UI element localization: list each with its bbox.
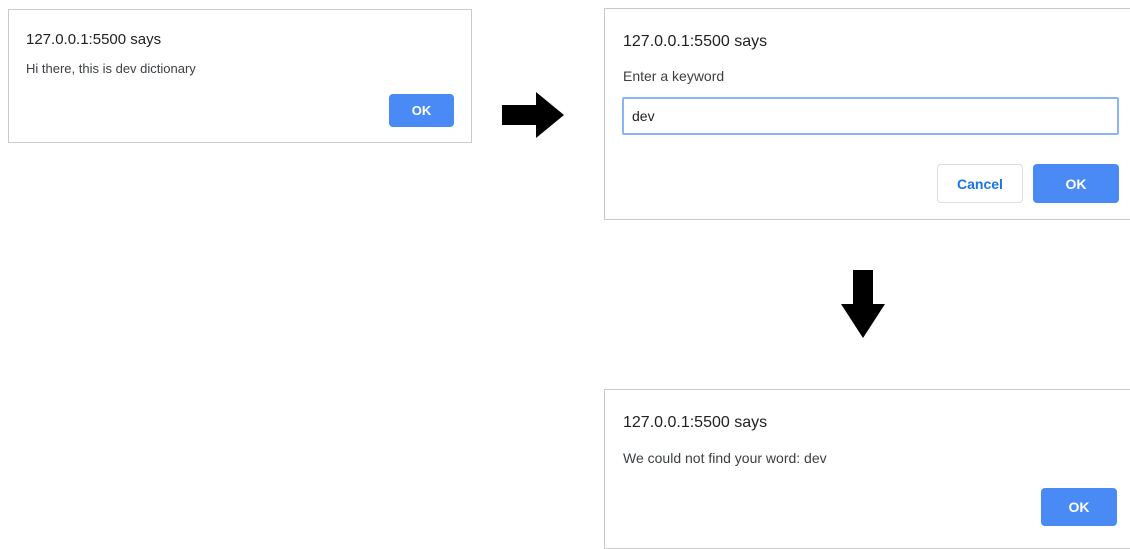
- dialog-message: Hi there, this is dev dictionary: [26, 61, 196, 76]
- dialog-message: Enter a keyword: [623, 68, 725, 84]
- dialog-message: We could not find your word: dev: [623, 450, 827, 466]
- ok-button[interactable]: OK: [1033, 164, 1119, 203]
- ok-button[interactable]: OK: [389, 94, 454, 127]
- alert-dialog-not-found: 127.0.0.1:5500 says We could not find yo…: [604, 389, 1130, 549]
- arrow-down-icon: [841, 270, 885, 338]
- cancel-button[interactable]: Cancel: [937, 164, 1023, 203]
- dialog-title: 127.0.0.1:5500 says: [26, 31, 162, 48]
- keyword-input[interactable]: [622, 97, 1119, 135]
- ok-button[interactable]: OK: [1041, 488, 1117, 526]
- prompt-dialog-keyword: 127.0.0.1:5500 says Enter a keyword Canc…: [604, 8, 1130, 220]
- dialog-title: 127.0.0.1:5500 says: [623, 33, 768, 50]
- dialog-title: 127.0.0.1:5500 says: [623, 414, 768, 431]
- alert-dialog-greeting: 127.0.0.1:5500 says Hi there, this is de…: [8, 9, 472, 143]
- arrow-right-icon: [502, 92, 564, 138]
